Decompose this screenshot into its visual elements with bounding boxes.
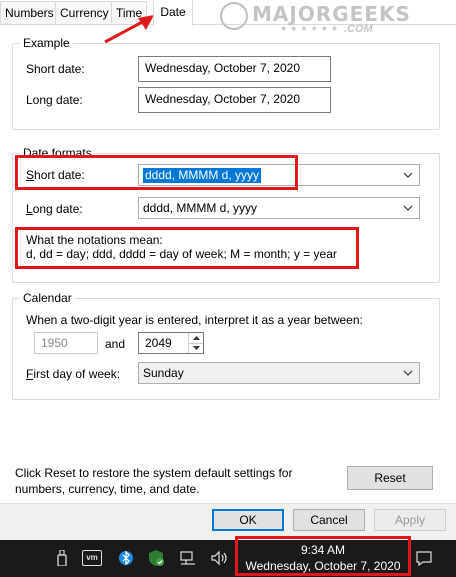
first-day-combobox[interactable]: Sunday [138, 362, 420, 384]
first-day-label: First day of week: [26, 367, 121, 381]
network-icon[interactable] [178, 548, 198, 568]
majorgeeks-watermark: MAJORGEEKS ★★★★★★ .COM [220, 0, 456, 40]
reset-text-line2: numbers, currency, time, and date. [15, 482, 200, 496]
apply-button[interactable]: Apply [374, 509, 446, 531]
notifications-icon[interactable] [414, 548, 434, 568]
cancel-button[interactable]: Cancel [293, 509, 365, 531]
long-date-format-value[interactable]: dddd, MMMM d, yyyy [143, 201, 257, 216]
example-short-label: Short date: [26, 62, 85, 76]
clock-highlight [235, 536, 411, 576]
notation-highlight [15, 227, 359, 269]
watermark-logo-icon [220, 2, 248, 30]
security-shield-icon[interactable] [146, 548, 166, 568]
chevron-down-icon[interactable] [401, 363, 415, 383]
reset-text-line1: Click Reset to restore the system defaul… [15, 466, 293, 480]
usb-drive-icon[interactable] [52, 548, 72, 568]
vmware-icon-text: vm [82, 550, 102, 566]
watermark-domain: .COM [344, 23, 373, 35]
year-to-field[interactable]: 2049 [138, 332, 204, 354]
red-arrow-icon [104, 15, 154, 44]
vmware-icon[interactable]: vm [82, 548, 102, 568]
example-short-value: Wednesday, October 7, 2020 [138, 56, 331, 82]
long-date-label: Long date: [26, 202, 83, 216]
watermark-text: MAJORGEEKS [252, 2, 411, 26]
calendar-legend: Calendar [20, 291, 75, 305]
two-digit-year-text: When a two-digit year is entered, interp… [26, 313, 363, 327]
year-to-value[interactable]: 2049 [145, 336, 172, 350]
first-day-value[interactable]: Sunday [143, 366, 184, 381]
and-label: and [105, 337, 126, 351]
short-date-highlight [15, 155, 298, 190]
bluetooth-icon[interactable] [116, 548, 136, 568]
example-long-value: Wednesday, October 7, 2020 [138, 87, 331, 113]
watermark-stars: ★★★★★★ [280, 24, 342, 33]
reset-button-label[interactable]: Reset [374, 471, 405, 485]
example-long-label: Long date: [26, 93, 83, 107]
chevron-down-icon[interactable] [401, 198, 415, 218]
year-from-field: 1950 [34, 332, 98, 354]
reset-button[interactable]: Reset [347, 466, 433, 490]
ok-button[interactable]: OK [212, 509, 284, 531]
example-legend: Example [20, 36, 73, 50]
tab-date[interactable]: Date [153, 0, 193, 26]
long-date-combobox[interactable]: dddd, MMMM d, yyyy [138, 197, 420, 219]
spinner-down-icon[interactable] [189, 343, 203, 353]
year-spinner[interactable] [188, 333, 203, 353]
tab-numbers[interactable]: Numbers [0, 1, 59, 24]
volume-icon[interactable] [210, 548, 230, 568]
chevron-down-icon[interactable] [401, 165, 415, 185]
